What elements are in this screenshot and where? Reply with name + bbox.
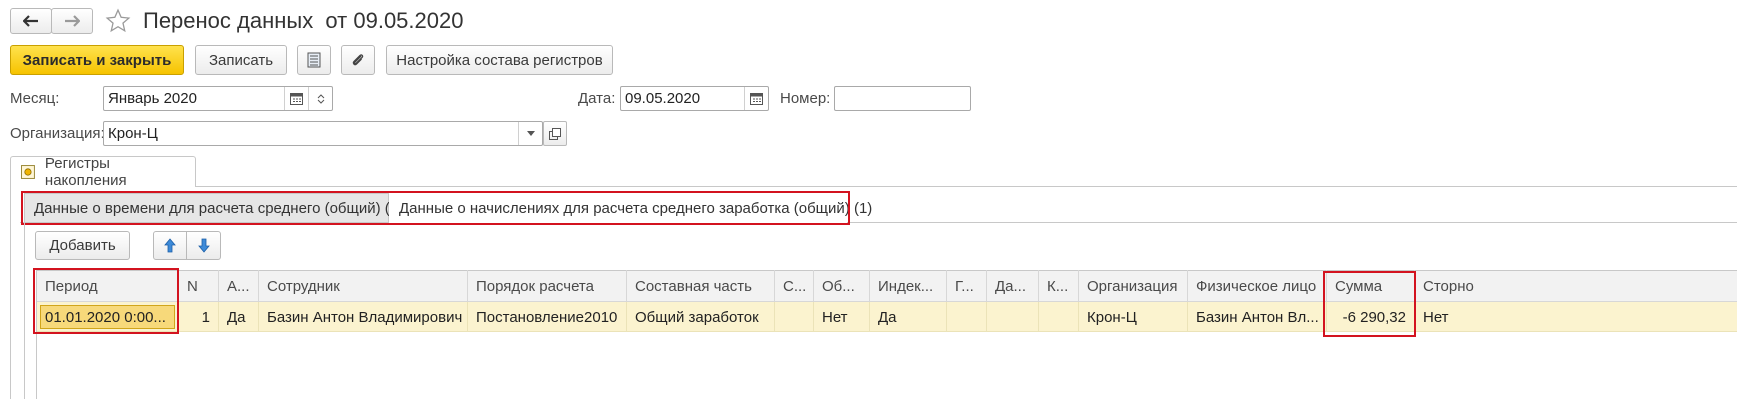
month-field[interactable]: Январь 2020 xyxy=(103,86,333,111)
tab-accruals-data[interactable]: Данные о начислениях для расчета среднег… xyxy=(389,193,872,223)
arrow-right-icon xyxy=(65,15,80,27)
number-field[interactable] xyxy=(834,86,971,111)
number-label: Номер: xyxy=(780,90,831,107)
column-header-da[interactable]: Да... xyxy=(987,270,1039,302)
paperclip-icon xyxy=(352,54,364,66)
star-icon[interactable] xyxy=(105,8,131,34)
open-organization-button[interactable] xyxy=(543,121,567,146)
table-panel-left-border xyxy=(24,222,25,399)
date-label: Дата: xyxy=(578,90,616,107)
column-header-storno[interactable]: Сторно xyxy=(1415,270,1737,302)
tab-panel-border xyxy=(10,186,1737,187)
column-header-component[interactable]: Составная часть xyxy=(627,270,775,302)
tab-time-data[interactable]: Данные о времени для расчета среднего (о… xyxy=(24,193,403,223)
save-button[interactable]: Записать xyxy=(195,45,287,75)
column-header-organization[interactable]: Организация xyxy=(1079,270,1188,302)
tab-panel-left-border xyxy=(10,186,11,399)
date-field[interactable]: 09.05.2020 xyxy=(620,86,769,111)
column-header-k[interactable]: К... xyxy=(1039,270,1079,302)
cell-amount[interactable]: -6 290,32 xyxy=(1327,302,1415,332)
column-header-active[interactable]: А... xyxy=(219,270,259,302)
column-header-g[interactable]: Г... xyxy=(947,270,987,302)
cell-g[interactable] xyxy=(947,302,987,332)
month-label: Месяц: xyxy=(10,90,60,107)
list-icon xyxy=(307,52,321,68)
cell-k[interactable] xyxy=(1039,302,1079,332)
chevron-down-icon[interactable] xyxy=(317,99,325,105)
move-down-button[interactable] xyxy=(186,231,221,260)
page-title: Перенос данных от 09.05.2020 xyxy=(143,8,464,33)
organization-value: Крон-Ц xyxy=(108,125,158,142)
cell-n[interactable]: 1 xyxy=(179,302,219,332)
cell-da[interactable] xyxy=(987,302,1039,332)
document-list-button[interactable] xyxy=(297,45,331,75)
registers-setup-button[interactable]: Настройка состава регистров xyxy=(386,45,613,75)
organization-field[interactable]: Крон-Ц xyxy=(103,121,543,146)
cell-employee[interactable]: Базин Антон Владимирович xyxy=(259,302,468,332)
cell-ob[interactable]: Нет xyxy=(814,302,870,332)
attach-button[interactable] xyxy=(341,45,375,75)
arrow-down-icon xyxy=(197,238,210,253)
column-header-index[interactable]: Индек... xyxy=(870,270,947,302)
cell-person[interactable]: Базин Антон Вл... xyxy=(1188,302,1327,332)
month-value: Январь 2020 xyxy=(108,90,197,107)
column-header-calc-order[interactable]: Порядок расчета xyxy=(468,270,627,302)
move-up-button[interactable] xyxy=(153,231,187,260)
register-icon xyxy=(21,165,35,179)
arrow-up-icon xyxy=(164,238,176,253)
tab-label: Регистры накопления xyxy=(44,155,127,189)
add-button[interactable]: Добавить xyxy=(35,231,130,260)
cell-c[interactable] xyxy=(775,302,814,332)
calendar-icon[interactable] xyxy=(744,87,768,110)
organization-label: Организация: xyxy=(10,125,105,142)
column-header-person[interactable]: Физическое лицо xyxy=(1188,270,1327,302)
cell-organization[interactable]: Крон-Ц xyxy=(1079,302,1188,332)
cell-active[interactable]: Да xyxy=(219,302,259,332)
column-header-c[interactable]: С... xyxy=(775,270,814,302)
open-icon xyxy=(549,127,561,140)
tab-label: Данные о начислениях для расчета среднег… xyxy=(399,199,873,217)
tab-accumulation-registers[interactable]: Регистры накопления xyxy=(10,155,196,189)
forward-button[interactable] xyxy=(51,8,93,34)
cell-calc-order[interactable]: Постановление2010 xyxy=(468,302,627,332)
column-header-employee[interactable]: Сотрудник xyxy=(259,270,468,302)
tab-label: Данные о времени для расчета среднего (о… xyxy=(34,199,404,217)
cell-period[interactable]: 01.01.2020 0:00... xyxy=(37,302,179,332)
save-and-close-button[interactable]: Записать и закрыть xyxy=(10,45,184,75)
month-stepper[interactable] xyxy=(308,87,332,110)
cell-component[interactable]: Общий заработок xyxy=(627,302,775,332)
column-header-amount[interactable]: Сумма xyxy=(1327,270,1415,302)
date-value: 09.05.2020 xyxy=(625,90,701,107)
calendar-icon[interactable] xyxy=(284,87,308,110)
cell-index[interactable]: Да xyxy=(870,302,947,332)
column-header-ob[interactable]: Об... xyxy=(814,270,870,302)
back-button[interactable] xyxy=(10,8,52,34)
column-header-n[interactable]: N xyxy=(179,270,219,302)
dropdown-icon[interactable] xyxy=(518,122,542,145)
column-header-period[interactable]: Период xyxy=(37,270,179,302)
arrow-left-icon xyxy=(23,15,38,27)
cell-storno[interactable]: Нет xyxy=(1415,302,1737,332)
